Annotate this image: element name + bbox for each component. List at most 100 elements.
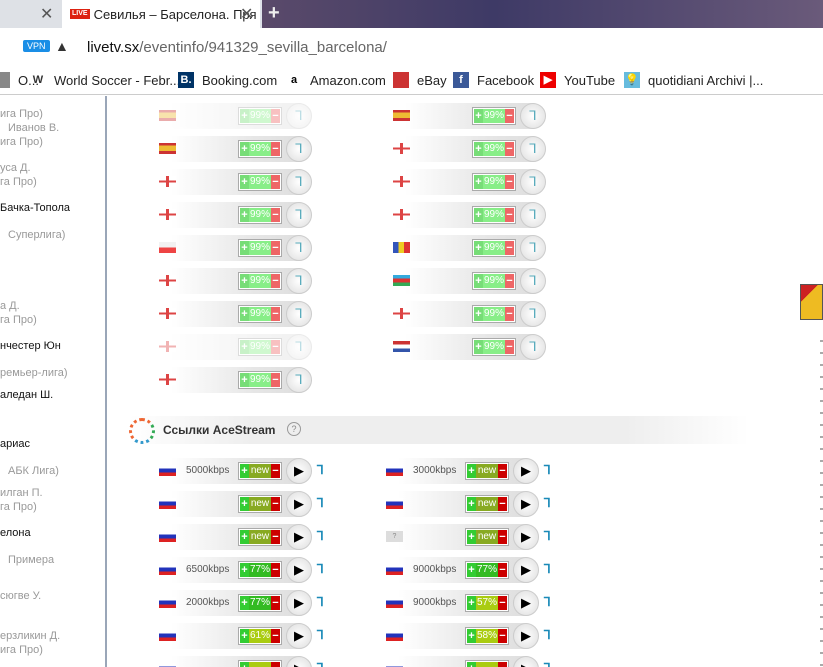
close-icon[interactable]: ✕ — [240, 4, 253, 24]
broadcast-link-row[interactable]: +99% − ⅂ — [343, 136, 573, 162]
downvote-button[interactable]: − — [505, 208, 514, 222]
sidebar-text[interactable]: Суперлига) — [8, 229, 65, 241]
acestream-link-row[interactable]: + new − ▶ ⅂ — [109, 524, 339, 550]
upvote-button[interactable]: + — [240, 497, 249, 511]
acestream-link-row[interactable]: +61% − ▶ ⅂ — [109, 623, 339, 649]
sidebar-text[interactable]: га Про) — [0, 176, 37, 188]
sidebar-text[interactable]: елона — [0, 527, 31, 539]
downvote-button[interactable]: − — [505, 274, 514, 288]
broadcast-link-row[interactable]: +99% − ⅂ — [343, 301, 573, 327]
downvote-button[interactable]: − — [498, 662, 507, 667]
sidebar-text[interactable]: сюгве У. — [0, 590, 41, 602]
acestream-link-row[interactable]: +58% − ▶ ⅂ — [336, 623, 566, 649]
help-icon[interactable]: ? — [287, 422, 301, 436]
external-link-icon[interactable]: ⅂ — [317, 529, 324, 543]
sidebar-text[interactable]: нчестер Юн — [0, 340, 61, 352]
play-button[interactable]: ▶ — [513, 557, 539, 583]
play-button[interactable]: ▶ — [513, 491, 539, 517]
downvote-button[interactable]: − — [271, 373, 280, 387]
upvote-button[interactable]: + — [467, 530, 476, 544]
open-link-button[interactable]: ⅂ — [286, 136, 312, 162]
external-link-icon[interactable]: ⅂ — [544, 463, 551, 477]
sidebar-text[interactable]: ига Про) — [0, 108, 43, 120]
acestream-link-row[interactable]: + new − ▶ ⅂ — [109, 491, 339, 517]
bookmark-item[interactable]: a Amazon.com — [286, 72, 386, 88]
external-link-icon[interactable]: ⅂ — [544, 661, 551, 667]
open-link-button[interactable]: ⅂ — [286, 235, 312, 261]
broadcast-link-row[interactable]: +99% − ⅂ — [109, 268, 339, 294]
open-link-button[interactable]: ⅂ — [286, 367, 312, 393]
play-button[interactable]: ▶ — [286, 458, 312, 484]
acestream-link-row[interactable]: +−▶⅂ — [336, 656, 566, 667]
downvote-button[interactable]: − — [271, 464, 280, 478]
broadcast-link-row[interactable]: +99% − ⅂ — [343, 202, 573, 228]
downvote-button[interactable]: − — [271, 307, 280, 321]
downvote-button[interactable]: − — [271, 596, 280, 610]
tab-inactive[interactable]: ✕ — [0, 0, 62, 28]
upvote-button[interactable]: + — [240, 662, 249, 667]
sidebar-text[interactable]: илган П. — [0, 487, 43, 499]
acestream-link-row[interactable]: 3000kbps + new − ▶ ⅂ — [336, 458, 566, 484]
open-link-button[interactable]: ⅂ — [286, 268, 312, 294]
upvote-button[interactable]: + — [240, 373, 249, 387]
broadcast-link-row[interactable]: +99% − ⅂ — [109, 301, 339, 327]
play-button[interactable]: ▶ — [286, 623, 312, 649]
sidebar-text[interactable]: га Про) — [0, 501, 37, 513]
downvote-button[interactable]: − — [271, 109, 280, 123]
external-link-icon[interactable]: ⅂ — [544, 562, 551, 576]
acestream-link-row[interactable]: +−▶⅂ — [109, 656, 339, 667]
broadcast-link-row[interactable]: +99% − ⅂ — [109, 202, 339, 228]
sidebar-text[interactable]: ерзликин Д. — [0, 630, 60, 642]
upvote-button[interactable]: + — [240, 629, 249, 643]
open-link-button[interactable]: ⅂ — [520, 103, 546, 129]
upvote-button[interactable]: + — [467, 629, 476, 643]
upvote-button[interactable]: + — [467, 596, 476, 610]
broadcast-link-row[interactable]: +99% − ⅂ — [109, 136, 339, 162]
external-link-icon[interactable]: ⅂ — [317, 595, 324, 609]
open-link-button[interactable]: ⅂ — [286, 202, 312, 228]
external-link-icon[interactable]: ⅂ — [317, 463, 324, 477]
downvote-button[interactable]: − — [271, 662, 280, 667]
acestream-link-row[interactable]: ? + new − ▶ ⅂ — [336, 524, 566, 550]
sidebar-text[interactable]: га Про) — [0, 314, 37, 326]
play-button[interactable]: ▶ — [286, 524, 312, 550]
external-link-icon[interactable]: ⅂ — [317, 628, 324, 642]
broadcast-link-row[interactable]: +99% − ⅂ — [343, 268, 573, 294]
sidebar-text[interactable]: уса Д. — [0, 162, 31, 174]
downvote-button[interactable]: − — [505, 307, 514, 321]
play-button[interactable]: ▶ — [513, 590, 539, 616]
play-button[interactable]: ▶ — [286, 590, 312, 616]
open-link-button[interactable]: ⅂ — [520, 268, 546, 294]
open-link-button[interactable]: ⅂ — [520, 202, 546, 228]
open-link-button[interactable]: ⅂ — [286, 103, 312, 129]
broadcast-link-row[interactable]: +99% − ⅂ — [109, 103, 339, 129]
sidebar-text[interactable]: Бачка-Топола — [0, 202, 70, 214]
acestream-link-row[interactable]: 9000kbps +77% − ▶ ⅂ — [336, 557, 566, 583]
url-field[interactable]: livetv.sx/eventinfo/941329_sevilla_barce… — [87, 39, 387, 56]
warning-icon[interactable]: ▲ — [55, 38, 69, 54]
sidebar-text[interactable]: ига Про) — [0, 136, 43, 148]
broadcast-link-row[interactable]: +99% − ⅂ — [109, 367, 339, 393]
downvote-button[interactable]: − — [271, 142, 280, 156]
upvote-button[interactable]: + — [240, 175, 249, 189]
bookmark-item[interactable]: ▶ YouTube — [540, 72, 615, 88]
upvote-button[interactable]: + — [467, 497, 476, 511]
upvote-button[interactable]: + — [240, 274, 249, 288]
upvote-button[interactable]: + — [474, 340, 483, 354]
external-link-icon[interactable]: ⅂ — [544, 595, 551, 609]
sidebar-text[interactable]: АБК Лига) — [8, 465, 59, 477]
upvote-button[interactable]: + — [240, 307, 249, 321]
upvote-button[interactable]: + — [467, 563, 476, 577]
downvote-button[interactable]: − — [498, 629, 507, 643]
open-link-button[interactable]: ⅂ — [520, 169, 546, 195]
sidebar-text[interactable]: а Д. — [0, 300, 20, 312]
acestream-link-row[interactable]: + new − ▶ ⅂ — [336, 491, 566, 517]
downvote-button[interactable]: − — [271, 497, 280, 511]
broadcast-link-row[interactable]: +99% − ⅂ — [109, 169, 339, 195]
upvote-button[interactable]: + — [240, 530, 249, 544]
bookmark-item[interactable]: W World Soccer - Febr... — [30, 72, 180, 88]
downvote-button[interactable]: − — [271, 175, 280, 189]
upvote-button[interactable]: + — [240, 340, 249, 354]
bookmark-item[interactable]: f Facebook — [453, 72, 534, 88]
upvote-button[interactable]: + — [474, 142, 483, 156]
